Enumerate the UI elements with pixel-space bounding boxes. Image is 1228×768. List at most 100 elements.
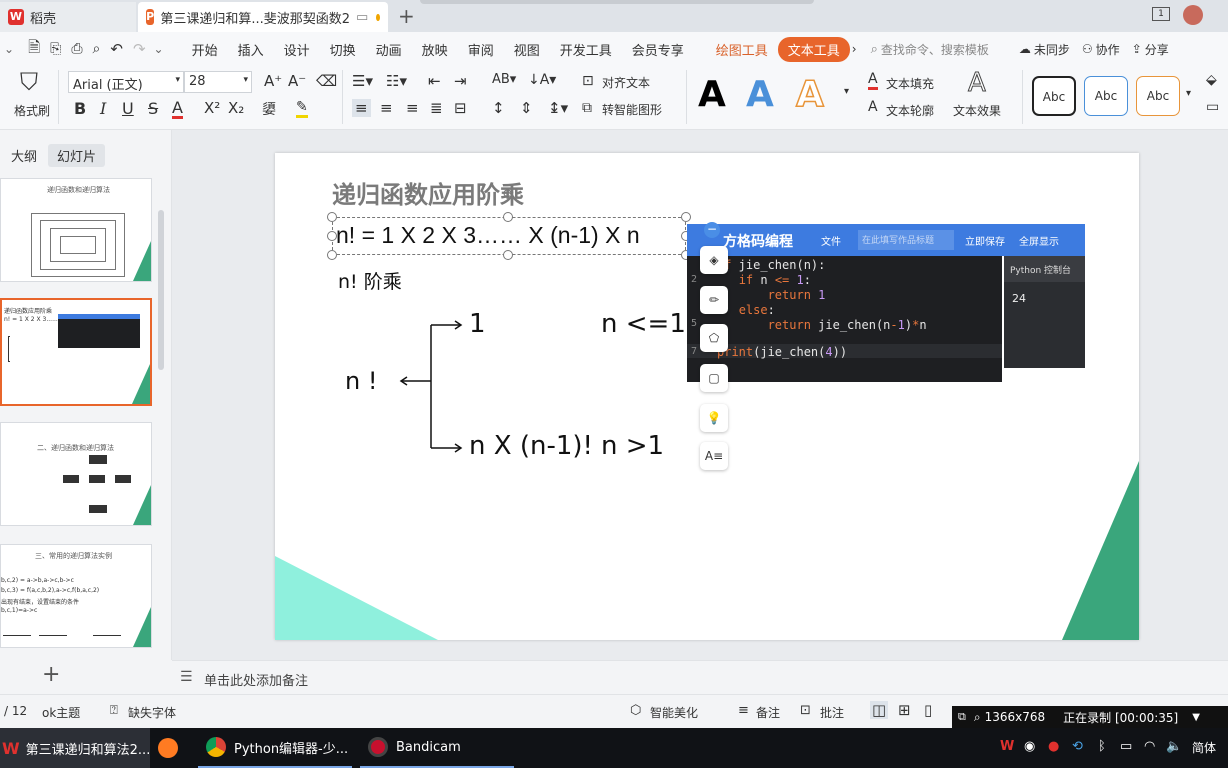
font-size-select[interactable]: 28 ▾ bbox=[184, 71, 252, 93]
text-style-orange[interactable]: A bbox=[795, 73, 824, 116]
font-name-select[interactable]: Arial (正文) ▾ bbox=[68, 71, 184, 93]
bullet-list-icon[interactable]: ☰▾ bbox=[352, 72, 373, 90]
text-style-more-icon[interactable]: ▾ bbox=[844, 86, 849, 97]
tray-wps-icon[interactable]: W bbox=[1000, 739, 1014, 754]
smart-shape-button[interactable]: 转智能图形 bbox=[602, 101, 662, 118]
align-right-icon[interactable]: ≡ bbox=[406, 99, 419, 117]
smart-beautify-button[interactable]: 智能美化 bbox=[650, 704, 698, 721]
preview-icon[interactable]: ⌕ bbox=[93, 41, 101, 57]
align-center-icon[interactable]: ≡ bbox=[380, 99, 393, 117]
slide-title[interactable]: 递归函数应用阶乘 bbox=[332, 175, 524, 210]
missing-font-button[interactable]: 缺失字体 bbox=[128, 704, 176, 721]
shape-fill-icon[interactable]: ⬙ bbox=[1206, 72, 1217, 88]
comments-button[interactable]: 批注 bbox=[820, 704, 844, 721]
text-style-blue[interactable]: A bbox=[746, 74, 774, 115]
taskbar-app-firefox[interactable] bbox=[158, 728, 186, 768]
menu-design[interactable]: 设计 bbox=[284, 40, 310, 59]
tray-record-icon[interactable]: ● bbox=[1048, 739, 1059, 754]
highlight-icon[interactable]: ✎ bbox=[296, 99, 308, 118]
taskbar-app-bandicam[interactable]: Bandicam bbox=[360, 728, 514, 768]
distribute-icon[interactable]: ⊟ bbox=[454, 99, 467, 117]
window-icon[interactable]: ▭ bbox=[356, 10, 368, 25]
reading-view-icon[interactable]: ▯ bbox=[924, 701, 932, 719]
notes-toggle-button[interactable]: 备注 bbox=[756, 704, 780, 721]
text-ocr-icon[interactable]: A≡ bbox=[700, 442, 728, 470]
tray-wifi-icon[interactable]: ◠ bbox=[1144, 739, 1155, 754]
menu-developer[interactable]: 开发工具 bbox=[560, 40, 612, 59]
text-outline-button[interactable]: 文本轮廓 bbox=[886, 102, 934, 119]
tab-docer[interactable]: W 稻壳 bbox=[0, 2, 136, 32]
sort-icon[interactable]: ↓A▾ bbox=[528, 72, 556, 88]
slide-thumbnail-4[interactable]: 三、常用的递归算法实例 b,c,2) = a->b,a->c,b->c b,c,… bbox=[0, 544, 152, 648]
shrink-font-icon[interactable]: A⁻ bbox=[288, 72, 306, 90]
avatar[interactable] bbox=[1183, 5, 1203, 25]
case-1-condition[interactable]: n <=1 bbox=[601, 309, 686, 339]
text-effect-button[interactable]: 文本效果 bbox=[953, 102, 1001, 119]
bold-icon[interactable]: B bbox=[74, 99, 86, 118]
resize-handle[interactable] bbox=[681, 212, 691, 222]
sync-status[interactable]: 未同步 bbox=[1034, 41, 1070, 58]
clear-format-icon[interactable]: ⌫ bbox=[316, 72, 337, 90]
line-spacing-icon[interactable]: ↕ bbox=[492, 99, 505, 117]
notes-bar[interactable]: ☰ 单击此处添加备注 bbox=[172, 660, 1228, 694]
strikethrough-icon[interactable]: S bbox=[148, 99, 158, 118]
slide-thumbnail-1[interactable]: 递归函数和递归算法 bbox=[0, 178, 152, 282]
collapse-icon[interactable]: − bbox=[704, 222, 720, 238]
undo-icon[interactable]: ↶ bbox=[110, 40, 123, 58]
tray-ime[interactable]: 简体 bbox=[1192, 739, 1216, 756]
recording-menu-icon[interactable]: ▼ bbox=[1192, 712, 1200, 723]
panel-scrollbar[interactable] bbox=[158, 210, 164, 370]
tab-slides[interactable]: 幻灯片 bbox=[48, 144, 106, 167]
resize-handle[interactable] bbox=[327, 250, 337, 260]
tab-outline[interactable]: 大纲 bbox=[2, 144, 46, 167]
export-icon[interactable]: ⎘ bbox=[50, 41, 61, 57]
tray-battery-icon[interactable]: ▭ bbox=[1120, 739, 1132, 754]
command-search[interactable]: 查找命令、搜索模板 bbox=[881, 41, 989, 58]
taskbar-app-chrome[interactable]: Python编辑器-少... bbox=[198, 728, 352, 768]
menu-slideshow[interactable]: 放映 bbox=[422, 40, 448, 59]
menu-scroll-right-icon[interactable]: › bbox=[852, 42, 857, 56]
paragraph-spacing-icon[interactable]: ⇕ bbox=[520, 99, 533, 117]
italic-icon[interactable]: I bbox=[100, 99, 106, 118]
redo-icon[interactable]: ↷ bbox=[133, 40, 146, 58]
chevron-down-icon[interactable]: ⌄ bbox=[4, 42, 14, 56]
menu-member[interactable]: 会员专享 bbox=[632, 40, 684, 59]
text-direction-icon[interactable]: AB▾ bbox=[492, 72, 516, 87]
superscript-icon[interactable]: X² bbox=[204, 99, 220, 117]
share-button[interactable]: 分享 bbox=[1145, 41, 1169, 58]
save-icon[interactable]: 🗎 bbox=[28, 37, 40, 62]
align-text-button[interactable]: 对齐文本 bbox=[602, 74, 650, 91]
shape-style-blue[interactable]: Abc bbox=[1084, 76, 1128, 116]
slide-thumbnail-3[interactable]: 二、递归函数和递归算法 bbox=[0, 422, 152, 526]
layers-icon[interactable]: ◈ bbox=[700, 246, 728, 274]
font-color-icon[interactable]: A bbox=[172, 99, 183, 119]
underline-icon[interactable]: U bbox=[122, 99, 134, 118]
slide-thumbnail-2[interactable]: 递归函数应用阶乘 n! = 1 X 2 X 3...... X (n-1) X … bbox=[0, 298, 152, 406]
shape-style-orange[interactable]: Abc bbox=[1136, 76, 1180, 116]
window-mode-icon[interactable]: ⧉ bbox=[958, 710, 966, 724]
increase-indent-icon[interactable]: ⇥ bbox=[454, 72, 467, 90]
resize-handle[interactable] bbox=[327, 212, 337, 222]
tab-document[interactable]: P 第三课递归和算...斐波那契函数2 ▭ bbox=[138, 2, 388, 32]
menu-review[interactable]: 审阅 bbox=[468, 40, 494, 59]
code-menu-file[interactable]: 文件 bbox=[821, 233, 841, 248]
text-style-black[interactable]: A bbox=[698, 74, 726, 115]
menu-animation[interactable]: 动画 bbox=[376, 40, 402, 59]
shape-style-more-icon[interactable]: ▾ bbox=[1186, 88, 1191, 99]
sorter-view-icon[interactable]: ⊞ bbox=[898, 701, 911, 719]
collab-button[interactable]: 协作 bbox=[1096, 41, 1120, 58]
justify-icon[interactable]: ≣ bbox=[430, 99, 443, 117]
resize-handle[interactable] bbox=[327, 231, 337, 241]
text-fill-button[interactable]: 文本填充 bbox=[886, 75, 934, 92]
code-save-button[interactable]: 立即保存 bbox=[965, 233, 1005, 248]
resize-handle[interactable] bbox=[503, 212, 513, 222]
menu-view[interactable]: 视图 bbox=[514, 40, 540, 59]
brush-icon[interactable]: ✏ bbox=[700, 286, 728, 314]
border-icon[interactable]: ▢ bbox=[700, 364, 728, 392]
add-slide-button[interactable]: + bbox=[42, 662, 60, 687]
tray-volume-icon[interactable]: 🔈 bbox=[1166, 739, 1182, 754]
align-left-icon[interactable]: ≡ bbox=[352, 99, 371, 117]
tray-app-icon[interactable]: ◉ bbox=[1024, 739, 1035, 754]
new-tab-button[interactable]: + bbox=[398, 4, 415, 28]
format-painter-button[interactable]: 格式刷 bbox=[14, 102, 50, 119]
